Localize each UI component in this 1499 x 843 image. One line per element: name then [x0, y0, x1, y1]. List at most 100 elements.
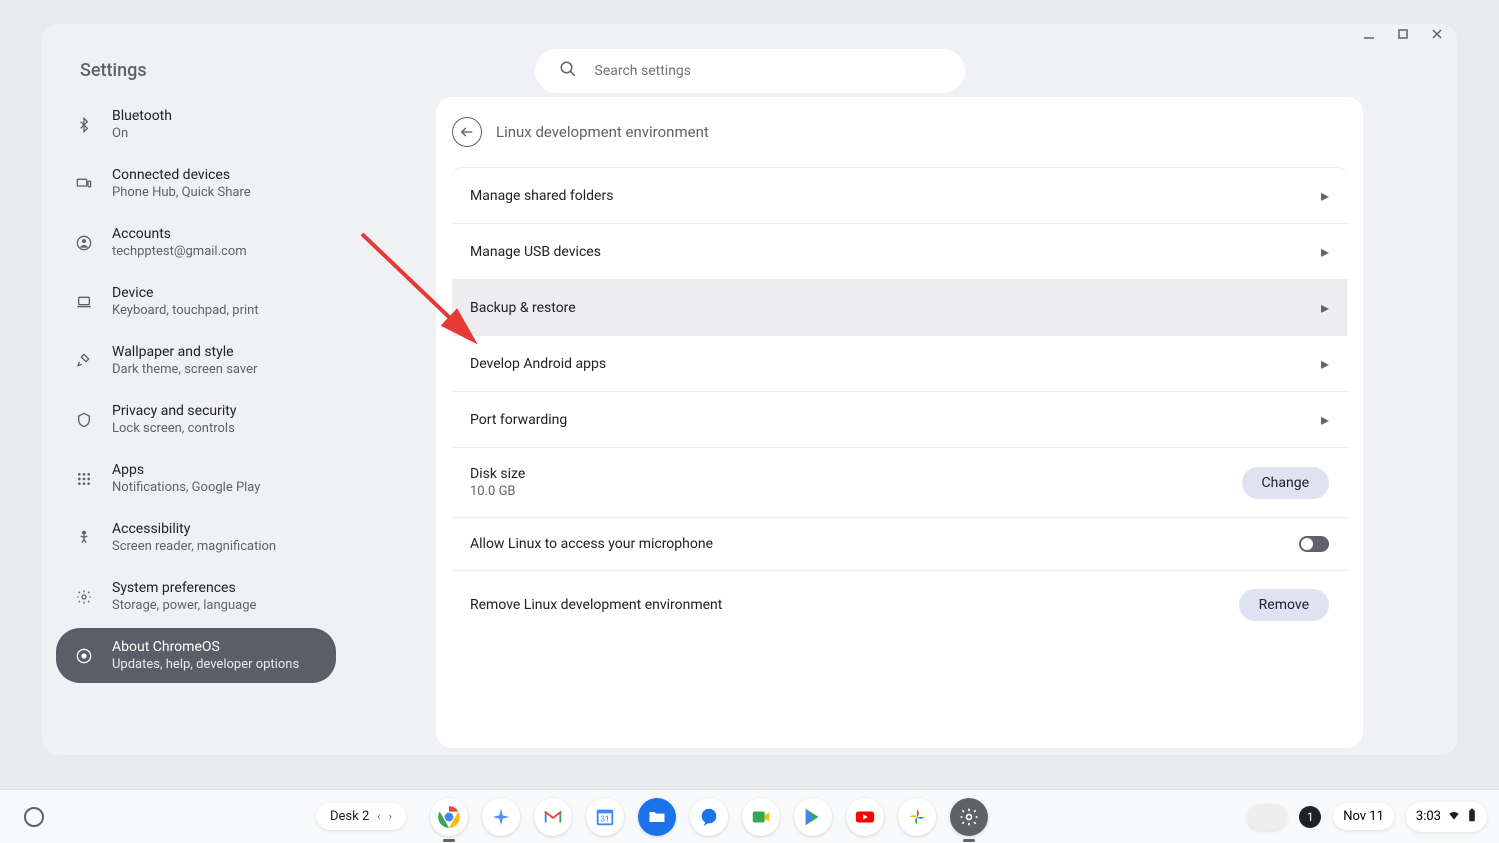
app-messages[interactable]: [690, 798, 728, 836]
sidebar: Bluetooth On Connected devices Phone Hub…: [56, 97, 356, 748]
search-box[interactable]: [535, 49, 965, 93]
accessibility-icon: [74, 528, 94, 548]
gear-icon: [74, 587, 94, 607]
back-button[interactable]: [452, 117, 482, 147]
sidebar-item-bluetooth[interactable]: Bluetooth On: [56, 97, 336, 152]
sidebar-item-sublabel: Notifications, Google Play: [112, 480, 260, 495]
app-settings[interactable]: [950, 798, 988, 836]
sidebar-item-label: Wallpaper and style: [112, 344, 257, 360]
microphone-toggle[interactable]: [1299, 536, 1329, 552]
sidebar-item-label: Accounts: [112, 226, 247, 242]
account-icon: [74, 233, 94, 253]
settings-window: Settings Bluetooth On: [42, 24, 1457, 755]
app-chrome[interactable]: [430, 798, 468, 836]
search-input[interactable]: [595, 63, 941, 79]
status-date[interactable]: Nov 11: [1333, 803, 1394, 830]
sidebar-item-label: Accessibility: [112, 521, 276, 537]
shield-icon: [74, 410, 94, 430]
sidebar-item-wallpaper[interactable]: Wallpaper and style Dark theme, screen s…: [56, 333, 336, 388]
app-play[interactable]: [794, 798, 832, 836]
panel-item-label: Allow Linux to access your microphone: [470, 536, 713, 552]
app-meet[interactable]: [742, 798, 780, 836]
laptop-icon: [74, 292, 94, 312]
app-calendar[interactable]: 31: [586, 798, 624, 836]
app-youtube[interactable]: [846, 798, 884, 836]
app-gmail[interactable]: [534, 798, 572, 836]
titlebar: [42, 24, 1457, 44]
panel-item-label: Manage shared folders: [470, 188, 613, 204]
desk-label: Desk 2: [330, 809, 369, 824]
panel-header: Linux development environment: [436, 117, 1363, 167]
shelf: Desk 2 ‹ › 31: [0, 789, 1499, 843]
sidebar-item-label: Connected devices: [112, 167, 251, 183]
sidebar-item-privacy[interactable]: Privacy and security Lock screen, contro…: [56, 392, 336, 447]
sidebar-item-sublabel: Lock screen, controls: [112, 421, 236, 436]
launcher-button[interactable]: [24, 807, 44, 827]
status-time: 3:03: [1416, 809, 1441, 824]
sidebar-item-system[interactable]: System preferences Storage, power, langu…: [56, 569, 336, 624]
sidebar-item-sublabel: Dark theme, screen saver: [112, 362, 257, 377]
sidebar-item-sublabel: techpptest@gmail.com: [112, 244, 247, 259]
panel-item-label: Backup & restore: [470, 300, 576, 316]
sidebar-item-accounts[interactable]: Accounts techpptest@gmail.com: [56, 215, 336, 270]
input-method-indicator[interactable]: [1247, 804, 1287, 830]
page-title: Settings: [80, 60, 147, 81]
header: Settings: [42, 44, 1457, 97]
sidebar-item-sublabel: On: [112, 126, 172, 141]
wifi-icon: [1447, 808, 1461, 826]
notification-badge[interactable]: 1: [1299, 806, 1321, 828]
remove-button[interactable]: Remove: [1239, 589, 1329, 621]
chrome-icon: [74, 646, 94, 666]
shelf-apps: 31: [430, 798, 988, 836]
sidebar-item-label: System preferences: [112, 580, 256, 596]
brush-icon: [74, 351, 94, 371]
sidebar-item-apps[interactable]: Apps Notifications, Google Play: [56, 451, 336, 506]
chevron-right-icon: ▸: [1321, 354, 1329, 373]
toggle-knob: [1301, 538, 1313, 550]
app-photos[interactable]: [898, 798, 936, 836]
panel-title: Linux development environment: [496, 123, 709, 141]
desk-next-icon[interactable]: ›: [389, 810, 392, 823]
sidebar-item-label: Apps: [112, 462, 260, 478]
status-tray[interactable]: 3:03: [1406, 802, 1487, 832]
sidebar-item-label: Bluetooth: [112, 108, 172, 124]
sidebar-item-label: About ChromeOS: [112, 639, 299, 655]
sidebar-item-about[interactable]: About ChromeOS Updates, help, developer …: [56, 628, 336, 683]
svg-text:31: 31: [600, 814, 609, 824]
panel-item-label: Manage USB devices: [470, 244, 601, 260]
desk-prev-icon[interactable]: ‹: [377, 810, 380, 823]
sidebar-item-label: Privacy and security: [112, 403, 236, 419]
shelf-status-area: 1 Nov 11 3:03: [1247, 802, 1487, 832]
panel-item-port[interactable]: Port forwarding ▸: [452, 392, 1347, 448]
panel-item-backup[interactable]: Backup & restore ▸: [452, 280, 1347, 336]
sidebar-item-device[interactable]: Device Keyboard, touchpad, print: [56, 274, 336, 329]
battery-icon: [1467, 808, 1477, 826]
panel-item-disk: Disk size 10.0 GB Change: [452, 448, 1347, 518]
app-files[interactable]: [638, 798, 676, 836]
panel-item-microphone: Allow Linux to access your microphone: [452, 518, 1347, 571]
desk-switcher[interactable]: Desk 2 ‹ ›: [316, 803, 406, 830]
panel-item-label: Disk size: [470, 466, 525, 482]
main-panel: Linux development environment Manage sha…: [436, 97, 1363, 748]
panel-item-label: Remove Linux development environment: [470, 597, 722, 613]
chevron-right-icon: ▸: [1321, 186, 1329, 205]
panel-item-android[interactable]: Develop Android apps ▸: [452, 336, 1347, 392]
panel-item-label: Port forwarding: [470, 412, 567, 428]
minimize-icon[interactable]: [1361, 26, 1377, 42]
apps-icon: [74, 469, 94, 489]
change-button[interactable]: Change: [1242, 467, 1329, 499]
sidebar-item-sublabel: Screen reader, magnification: [112, 539, 276, 554]
sidebar-item-label: Device: [112, 285, 259, 301]
panel-item-usb[interactable]: Manage USB devices ▸: [452, 224, 1347, 280]
sidebar-item-accessibility[interactable]: Accessibility Screen reader, magnificati…: [56, 510, 336, 565]
search-icon: [559, 60, 577, 82]
arrow-left-icon: [459, 124, 475, 140]
app-gemini[interactable]: [482, 798, 520, 836]
maximize-icon[interactable]: [1395, 26, 1411, 42]
sidebar-item-connected-devices[interactable]: Connected devices Phone Hub, Quick Share: [56, 156, 336, 211]
close-icon[interactable]: [1429, 26, 1445, 42]
panel-item-shared-folders[interactable]: Manage shared folders ▸: [452, 168, 1347, 224]
bluetooth-icon: [74, 115, 94, 135]
sidebar-item-sublabel: Keyboard, touchpad, print: [112, 303, 259, 318]
panel-item-value: 10.0 GB: [470, 484, 525, 499]
